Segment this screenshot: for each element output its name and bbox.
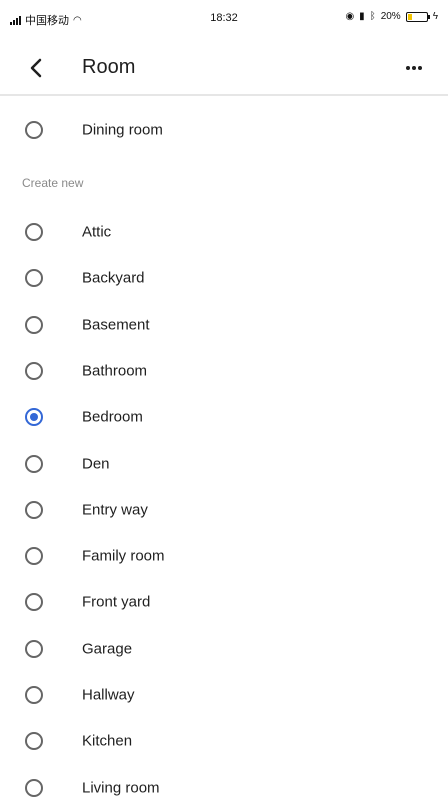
room-option-label: Bedroom xyxy=(82,408,143,426)
app-header: Room xyxy=(0,40,448,96)
radio-button[interactable] xyxy=(25,593,43,611)
radio-button[interactable] xyxy=(25,779,43,797)
room-option[interactable]: Bathroom xyxy=(0,348,448,394)
radio-button[interactable] xyxy=(25,362,43,380)
radio-button[interactable] xyxy=(25,316,43,334)
room-option-label: Front yard xyxy=(82,593,151,611)
radio-button-selected[interactable] xyxy=(25,408,43,426)
room-option-label: Basement xyxy=(82,316,150,334)
alarm-icon: ▮ xyxy=(359,11,365,22)
status-right: ◉ ▮ ᛒ 20% ϟ xyxy=(345,11,438,22)
room-option-label: Living room xyxy=(82,779,160,797)
room-option[interactable]: Living room xyxy=(0,765,448,811)
more-dots-icon xyxy=(406,66,422,70)
room-option[interactable]: Bedroom xyxy=(0,394,448,440)
bluetooth-icon: ᛒ xyxy=(369,11,376,22)
room-option[interactable]: Hallway xyxy=(0,672,448,718)
radio-button[interactable] xyxy=(25,686,43,704)
room-option-label: Den xyxy=(82,455,110,473)
status-bar: 中国移动 ◠ 18:32 ◉ ▮ ᛒ 20% ϟ xyxy=(0,0,448,40)
room-option[interactable]: Family room xyxy=(0,533,448,579)
page-title: Room xyxy=(82,56,136,78)
room-option[interactable]: Den xyxy=(0,441,448,487)
room-option[interactable]: Attic xyxy=(0,209,448,255)
room-option-label: Hallway xyxy=(82,686,135,704)
battery-icon xyxy=(405,11,430,22)
radio-button[interactable] xyxy=(25,455,43,473)
room-option-label: Kitchen xyxy=(82,732,133,750)
room-option[interactable]: Front yard xyxy=(0,579,448,625)
room-option-label: Attic xyxy=(82,223,112,241)
charging-icon: ϟ xyxy=(432,11,438,22)
radio-button[interactable] xyxy=(25,501,43,519)
room-option[interactable]: Entry way xyxy=(0,487,448,533)
room-option-current[interactable]: Dining room xyxy=(0,107,448,153)
room-option[interactable]: Backyard xyxy=(0,255,448,301)
battery-percent: 20% xyxy=(380,11,401,22)
room-option-label: Garage xyxy=(82,640,133,658)
section-label-create-new: Create new xyxy=(22,176,84,190)
room-option-label: Family room xyxy=(82,547,165,565)
back-button[interactable] xyxy=(18,50,54,86)
radio-button[interactable] xyxy=(25,121,43,139)
room-option[interactable]: Basement xyxy=(0,302,448,348)
radio-button[interactable] xyxy=(25,640,43,658)
room-option-label: Entry way xyxy=(82,501,148,519)
radio-button[interactable] xyxy=(25,223,43,241)
room-option-label: Dining room xyxy=(82,121,163,139)
radio-button[interactable] xyxy=(25,732,43,750)
back-arrow-icon xyxy=(30,58,42,78)
radio-button[interactable] xyxy=(25,547,43,565)
room-option-label: Backyard xyxy=(82,269,145,287)
room-option[interactable]: Garage xyxy=(0,626,448,672)
more-options-button[interactable] xyxy=(396,50,432,86)
location-icon: ◉ xyxy=(345,11,355,22)
radio-button[interactable] xyxy=(25,269,43,287)
room-option[interactable]: Kitchen xyxy=(0,718,448,764)
room-option-label: Bathroom xyxy=(82,362,148,380)
